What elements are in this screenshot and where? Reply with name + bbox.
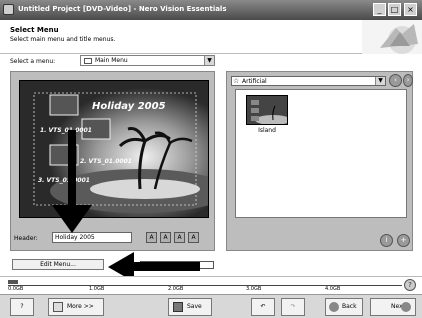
window-title: Untitled Project [DVD-Video] - Nero Visi… bbox=[18, 5, 227, 13]
preview-item-2[interactable]: 2. VTS_01.0001 bbox=[80, 158, 132, 165]
help-icon: ? bbox=[20, 303, 24, 310]
page-header: Select Menu Select main menu and title m… bbox=[0, 20, 422, 54]
nero-logo-icon bbox=[362, 20, 422, 54]
template-category-select[interactable]: ☆ Artificial ▼ bbox=[231, 76, 386, 86]
capacity-tick: 0.0GB bbox=[8, 286, 24, 292]
help-button[interactable]: ? bbox=[10, 298, 34, 316]
capacity-track bbox=[8, 280, 402, 286]
template-category-value: Artificial bbox=[242, 78, 267, 85]
preview-title[interactable]: Holiday 2005 bbox=[92, 101, 166, 112]
save-button[interactable]: Save bbox=[168, 298, 212, 316]
back-arrow-icon bbox=[329, 302, 339, 312]
more-button[interactable]: More >> bbox=[48, 298, 104, 316]
select-menu-label: Select a menu: bbox=[10, 58, 56, 65]
preview-item-3[interactable]: 3. VTS_01.0001 bbox=[38, 177, 90, 184]
header-field-input[interactable]: Holiday 2005 bbox=[52, 232, 132, 243]
chevron-down-icon[interactable]: ▼ bbox=[204, 56, 214, 65]
edit-menu-button[interactable]: Edit Menu... bbox=[12, 259, 104, 270]
capacity-tick: 2.0GB bbox=[168, 286, 184, 292]
save-label: Save bbox=[187, 303, 202, 310]
preview-item-1[interactable]: 1. VTS_01.0001 bbox=[40, 127, 92, 134]
help-icon[interactable]: ? bbox=[404, 279, 416, 291]
menu-icon bbox=[84, 58, 92, 64]
title-bar: Untitled Project [DVD-Video] - Nero Visi… bbox=[0, 0, 422, 20]
menu-select-dropdown[interactable]: Main Menu ▼ bbox=[80, 55, 215, 66]
maximize-button[interactable]: □ bbox=[388, 3, 401, 16]
template-prev-icon[interactable]: ‹ bbox=[389, 74, 402, 87]
redo-button[interactable]: ↷ bbox=[281, 298, 305, 316]
more-icon bbox=[53, 302, 63, 312]
redo-icon: ↷ bbox=[290, 303, 296, 310]
next-arrow-icon bbox=[401, 302, 411, 312]
template-panel: ☆ Artificial ▼ ‹ › Island i + bbox=[226, 71, 413, 251]
next-button[interactable]: Next bbox=[370, 298, 416, 316]
back-button[interactable]: Back bbox=[325, 298, 363, 316]
info-icon[interactable]: i bbox=[380, 234, 393, 247]
capacity-tick: 3.0GB bbox=[246, 286, 262, 292]
back-label: Back bbox=[342, 303, 357, 310]
page-title: Select Menu bbox=[10, 26, 59, 34]
undo-button[interactable]: ↶ bbox=[251, 298, 275, 316]
capacity-tick: 1.0GB bbox=[89, 286, 105, 292]
annotation-arrow-down bbox=[68, 130, 76, 210]
header-field-label: Header: bbox=[14, 235, 38, 242]
menu-select-value: Main Menu bbox=[95, 57, 128, 64]
menu-preview[interactable]: Holiday 2005 1. VTS_01.0001 2. VTS_01.00… bbox=[19, 80, 209, 218]
font-button[interactable]: A bbox=[146, 232, 157, 243]
disc-capacity-bar: 0.0GB 1.0GB 2.0GB 3.0GB 4.0GB ? bbox=[0, 276, 422, 294]
text-color-button[interactable]: A bbox=[160, 232, 171, 243]
annotation-arrow-left bbox=[130, 262, 200, 271]
bottom-toolbar: ? More >> Save ↶ ↷ Back Next bbox=[0, 294, 422, 318]
add-template-icon[interactable]: + bbox=[397, 234, 410, 247]
template-gallery: Island bbox=[235, 89, 407, 218]
text-effect-button[interactable]: A bbox=[188, 232, 199, 243]
app-icon bbox=[3, 4, 14, 15]
capacity-tick: 4.0GB bbox=[325, 286, 341, 292]
template-label: Island bbox=[258, 127, 276, 134]
template-thumbnail-island[interactable] bbox=[246, 95, 288, 125]
template-next-icon[interactable]: › bbox=[403, 74, 413, 87]
text-size-button[interactable]: A bbox=[174, 232, 185, 243]
save-icon bbox=[173, 302, 183, 312]
minimize-button[interactable]: _ bbox=[373, 3, 386, 16]
capacity-fill bbox=[8, 280, 18, 284]
more-label: More >> bbox=[67, 303, 94, 310]
star-icon: ☆ bbox=[233, 77, 240, 85]
annotation-arrowhead-down bbox=[52, 205, 92, 233]
close-button[interactable]: × bbox=[404, 3, 417, 16]
chevron-down-icon[interactable]: ▼ bbox=[375, 77, 385, 85]
undo-icon: ↶ bbox=[260, 303, 266, 310]
page-subtitle: Select main menu and title menus. bbox=[10, 36, 116, 43]
menu-editor-panel: Holiday 2005 1. VTS_01.0001 2. VTS_01.00… bbox=[10, 71, 215, 251]
